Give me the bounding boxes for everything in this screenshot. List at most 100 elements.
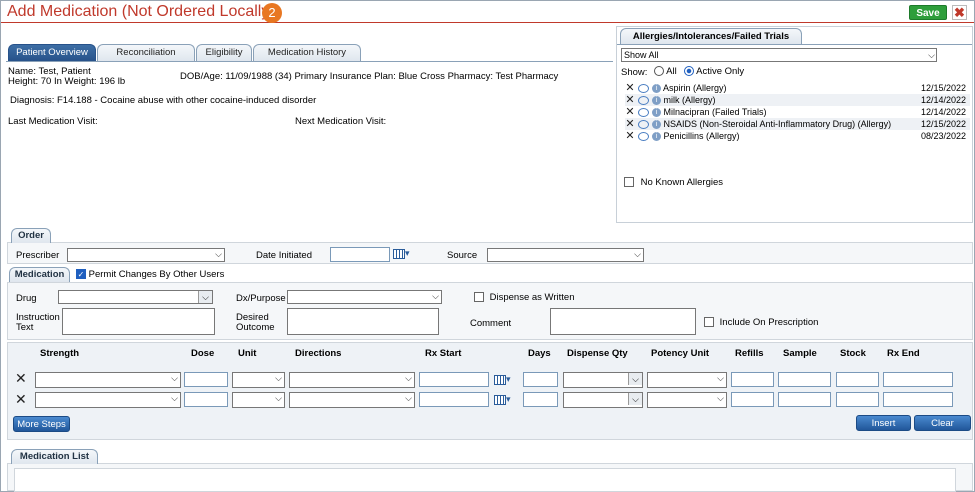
chevron-down-icon: ⌵ <box>275 373 282 383</box>
info-icon[interactable]: i <box>652 84 661 94</box>
unit-select[interactable]: ⌵ <box>232 392 285 408</box>
remove-row-icon[interactable]: ✕ <box>15 391 27 408</box>
radio-active-icon[interactable] <box>684 66 694 77</box>
comment-label: Comment <box>470 318 512 329</box>
delete-icon[interactable]: ✕ <box>625 106 635 118</box>
days-input[interactable] <box>523 392 558 407</box>
date-initiated-input[interactable] <box>330 247 390 262</box>
col-days: Days <box>528 348 551 359</box>
comment-icon[interactable] <box>638 96 649 106</box>
info-icon[interactable]: i <box>652 132 661 142</box>
potency-unit-select[interactable]: ⌵ <box>647 372 727 388</box>
calendar-icon[interactable]: ▾ <box>494 394 512 406</box>
comment-icon[interactable] <box>638 108 649 118</box>
comment-icon[interactable] <box>638 132 649 142</box>
rx-start-input[interactable] <box>419 372 489 387</box>
allergy-filter-select[interactable]: Show All ⌵ <box>621 48 937 62</box>
rx-end-input[interactable] <box>883 392 953 407</box>
order-tab[interactable]: Order <box>11 228 51 243</box>
delete-icon[interactable]: ✕ <box>625 94 635 106</box>
tab-medication-history[interactable]: Medication History <box>253 44 361 61</box>
dose-input[interactable] <box>184 392 228 407</box>
no-known-allergies-checkbox[interactable] <box>624 177 634 188</box>
include-on-prescription-checkbox[interactable] <box>704 317 714 328</box>
medication-tab[interactable]: Medication <box>9 267 70 282</box>
close-icon[interactable]: ✖ <box>952 5 967 20</box>
refills-input[interactable] <box>731 372 774 387</box>
days-input[interactable] <box>523 372 558 387</box>
col-unit: Unit <box>238 348 257 359</box>
medication-list-area <box>14 468 956 492</box>
sample-input[interactable] <box>778 372 831 387</box>
col-strength: Strength <box>40 348 80 359</box>
clear-button[interactable]: Clear <box>914 415 971 431</box>
next-medication-visit: Next Medication Visit: <box>295 116 387 127</box>
drug-select[interactable]: ⌵ <box>58 290 213 304</box>
allergy-item: ✕ i Milnacipran (Failed Trials) 12/14/2022 <box>625 106 966 118</box>
stock-input[interactable] <box>836 392 879 407</box>
allergy-item: ✕ i milk (Allergy) 12/14/2022 <box>625 94 970 106</box>
dispense-qty-select[interactable]: ⌵ <box>563 372 643 388</box>
medication-list-tab[interactable]: Medication List <box>11 449 98 464</box>
save-button[interactable]: Save <box>909 5 947 20</box>
no-known-allergies[interactable]: No Known Allergies <box>624 177 723 188</box>
comment-textarea[interactable] <box>550 308 696 335</box>
refills-input[interactable] <box>731 392 774 407</box>
permit-changes-checkbox[interactable]: ✓ <box>76 269 86 280</box>
strength-select[interactable]: ⌵ <box>35 372 181 388</box>
potency-unit-select[interactable]: ⌵ <box>647 392 727 408</box>
tab-eligibility[interactable]: Eligibility <box>196 44 252 61</box>
rx-start-input[interactable] <box>419 392 489 407</box>
last-medication-visit: Last Medication Visit: <box>8 116 98 127</box>
comment-icon[interactable] <box>638 120 649 130</box>
info-icon[interactable]: i <box>652 108 661 118</box>
date-initiated-label: Date Initiated <box>256 250 312 261</box>
delete-icon[interactable]: ✕ <box>625 82 635 94</box>
remove-row-icon[interactable]: ✕ <box>15 370 27 387</box>
calendar-icon[interactable]: ▾ <box>393 248 411 260</box>
source-select[interactable]: ⌵ <box>487 248 644 262</box>
comment-icon[interactable] <box>638 84 649 94</box>
radio-all-icon[interactable] <box>654 66 664 77</box>
allergy-show-label: Show: <box>621 67 648 78</box>
tab-reconciliation[interactable]: Reconciliation <box>97 44 195 61</box>
instruction-textarea[interactable] <box>62 308 215 335</box>
info-icon[interactable]: i <box>652 96 661 106</box>
chevron-down-icon: ⌵ <box>634 249 641 259</box>
source-label: Source <box>447 250 478 261</box>
chevron-down-icon: ⌵ <box>717 373 724 383</box>
dispense-qty-select[interactable]: ⌵ <box>563 392 643 408</box>
chevron-down-icon: ⌵ <box>628 373 642 385</box>
desired-outcome-textarea[interactable] <box>287 308 439 335</box>
rx-end-input[interactable] <box>883 372 953 387</box>
more-steps-button[interactable]: More Steps <box>13 416 70 432</box>
dispense-as-written-checkbox[interactable] <box>474 292 484 303</box>
permit-changes[interactable]: ✓ Permit Changes By Other Users <box>76 269 224 280</box>
include-on-prescription[interactable]: Include On Prescription <box>704 317 818 328</box>
delete-icon[interactable]: ✕ <box>625 118 635 130</box>
allergy-item: ✕ i Penicillins (Allergy) 08/23/2022 <box>625 130 966 142</box>
dx-purpose-select[interactable]: ⌵ <box>287 290 442 304</box>
tab-patient-overview[interactable]: Patient Overview <box>8 44 96 61</box>
radio-all[interactable]: All <box>654 66 677 77</box>
directions-select[interactable]: ⌵ <box>289 392 415 408</box>
sample-input[interactable] <box>778 392 831 407</box>
stock-input[interactable] <box>836 372 879 387</box>
strength-select[interactable]: ⌵ <box>35 392 181 408</box>
info-icon[interactable]: i <box>652 120 661 130</box>
unit-select[interactable]: ⌵ <box>232 372 285 388</box>
radio-active-only[interactable]: Active Only <box>684 66 744 77</box>
delete-icon[interactable]: ✕ <box>625 130 635 142</box>
prescription-grid <box>7 342 973 440</box>
chevron-down-icon: ⌵ <box>405 373 412 383</box>
tab-underline <box>6 61 613 62</box>
chevron-down-icon: ⌵ <box>405 393 412 403</box>
insert-button[interactable]: Insert <box>856 415 911 431</box>
dose-input[interactable] <box>184 372 228 387</box>
calendar-icon[interactable]: ▾ <box>494 374 512 386</box>
directions-select[interactable]: ⌵ <box>289 372 415 388</box>
chevron-down-icon: ⌵ <box>628 393 642 405</box>
allergies-tab[interactable]: Allergies/Intolerances/Failed Trials <box>620 28 802 44</box>
dispense-as-written[interactable]: Dispense as Written <box>474 292 574 303</box>
prescriber-select[interactable]: ⌵ <box>67 248 225 262</box>
